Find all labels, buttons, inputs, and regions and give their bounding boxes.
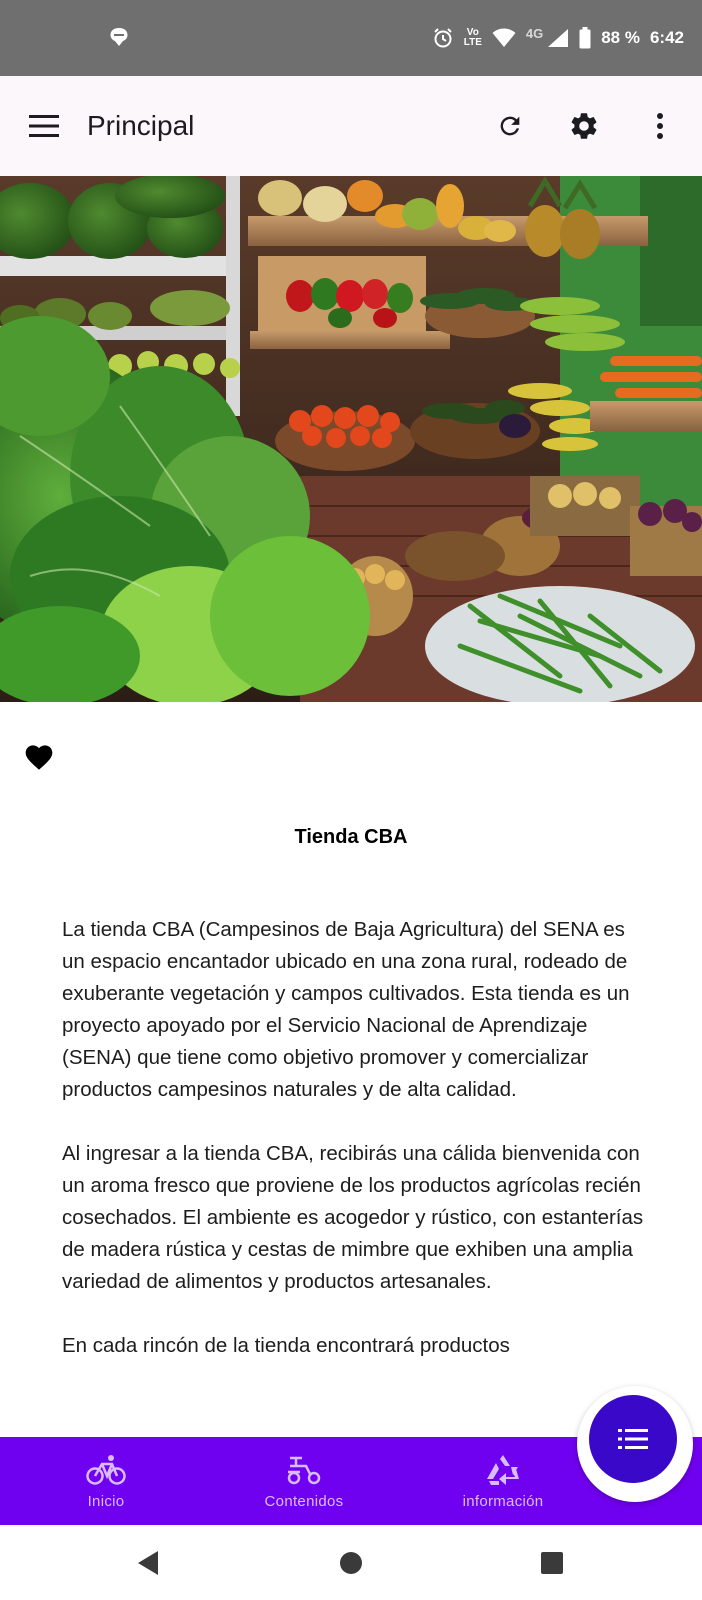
more-vert-icon bbox=[657, 113, 663, 139]
top-app-bar: Principal bbox=[0, 76, 702, 176]
battery-percent: 88 % bbox=[601, 28, 640, 47]
lte-label: LTE bbox=[463, 37, 482, 48]
battery-icon bbox=[579, 27, 591, 49]
nav-label: Contenidos bbox=[264, 1493, 344, 1510]
refresh-button[interactable] bbox=[490, 106, 530, 146]
settings-button[interactable] bbox=[564, 106, 604, 146]
paragraph: Al ingresar a la tienda CBA, recibirás u… bbox=[62, 1142, 644, 1293]
status-icons: Vo LTE 4G 88 % 6:42 bbox=[432, 24, 684, 52]
screen: Vo LTE 4G 88 % 6:42 Principal Tienda CBA… bbox=[0, 0, 702, 1600]
store-description: La tienda CBA (Campesinos de Baja Agricu… bbox=[62, 914, 652, 1394]
home-circle-icon bbox=[340, 1552, 362, 1574]
nav-item-informacion[interactable]: información bbox=[428, 1437, 578, 1525]
notification-icon bbox=[108, 26, 130, 48]
store-photo bbox=[0, 176, 702, 702]
store-title: Tienda CBA bbox=[294, 826, 408, 848]
recents-square-icon bbox=[541, 1552, 563, 1574]
system-navigation-bar bbox=[0, 1525, 702, 1600]
nav-item-inicio[interactable]: Inicio bbox=[31, 1437, 181, 1525]
clock: 6:42 bbox=[649, 28, 684, 47]
bicycle-icon bbox=[86, 1453, 126, 1487]
page-title: Principal bbox=[87, 110, 195, 141]
favorite-button[interactable] bbox=[20, 738, 58, 774]
status-bar: Vo LTE 4G 88 % 6:42 bbox=[0, 0, 702, 76]
recycle-icon bbox=[485, 1453, 521, 1487]
volte-icon: Vo LTE bbox=[464, 28, 482, 48]
paragraph: En cada rincón de la tienda encontrará p… bbox=[62, 1334, 510, 1357]
home-button[interactable] bbox=[331, 1543, 371, 1583]
back-triangle-icon bbox=[138, 1551, 158, 1575]
network-type: 4G bbox=[525, 25, 544, 41]
nav-item-contenidos[interactable]: Contenidos bbox=[229, 1437, 379, 1525]
signal-icon bbox=[547, 28, 569, 48]
paragraph: La tienda CBA (Campesinos de Baja Agricu… bbox=[62, 918, 630, 1101]
nav-label: Inicio bbox=[87, 1493, 125, 1510]
more-options-button[interactable] bbox=[640, 106, 680, 146]
heart-icon bbox=[25, 745, 53, 770]
gear-icon bbox=[571, 113, 597, 139]
list-icon bbox=[618, 1429, 648, 1449]
recents-button[interactable] bbox=[532, 1543, 572, 1583]
wifi-icon bbox=[492, 28, 516, 48]
list-fab-button[interactable] bbox=[589, 1395, 677, 1483]
scooter-icon bbox=[286, 1453, 322, 1487]
back-button[interactable] bbox=[128, 1543, 168, 1583]
alarm-icon bbox=[432, 27, 454, 49]
hamburger-menu-icon bbox=[29, 115, 59, 137]
nav-label: información bbox=[462, 1493, 544, 1510]
refresh-icon bbox=[500, 116, 520, 136]
menu-button[interactable] bbox=[24, 106, 64, 146]
